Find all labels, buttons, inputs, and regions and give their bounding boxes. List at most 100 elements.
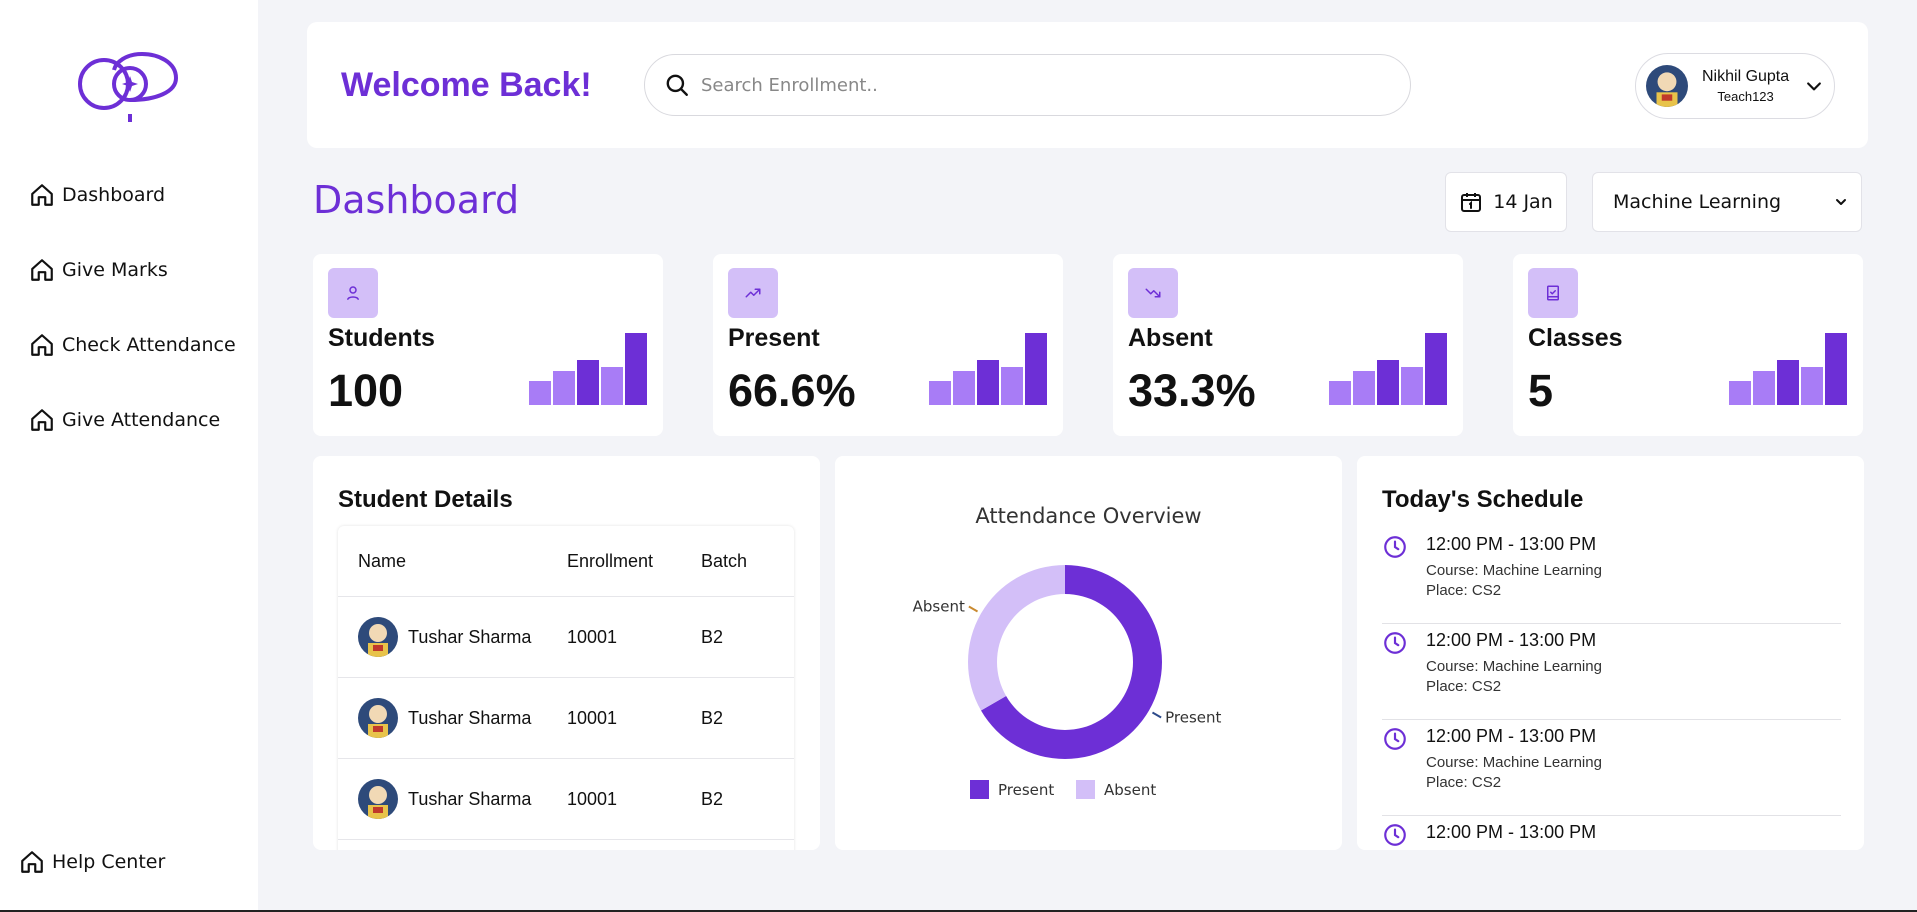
schedule-place: Place: CS2 (1426, 678, 1502, 695)
student-batch: B2 (701, 788, 724, 809)
trending-down-icon (1128, 268, 1178, 318)
table-row[interactable]: Tushar Sharma 10001 B2 (338, 678, 794, 759)
avatar (358, 617, 398, 657)
pie-slice-absent[interactable] (968, 565, 1065, 711)
card-title: Student Details (338, 486, 513, 513)
stat-value: 5 (1528, 365, 1554, 416)
student-name: Tushar Sharma (408, 788, 532, 809)
schedule-item[interactable]: 12:00 PM - 13:00 PM Course: Machine Lear… (1382, 528, 1841, 624)
sidebar: Dashboard Give Marks Check Attendance Gi… (0, 0, 258, 912)
sidebar-item-dashboard[interactable]: Dashboard (28, 181, 165, 209)
student-enrollment: 10001 (567, 626, 618, 647)
stat-value: 66.6% (728, 365, 856, 416)
home-icon (28, 256, 56, 284)
help-center-label: Help Center (52, 851, 166, 873)
pie-label: Absent (913, 598, 965, 616)
course-select[interactable]: Machine Learning (1592, 172, 1862, 232)
mini-bar-chart (529, 333, 647, 405)
student-batch: B2 (701, 707, 724, 728)
schedule-time: 12:00 PM - 13:00 PM (1426, 726, 1597, 746)
stat-value: 33.3% (1128, 365, 1256, 416)
sidebar-item-label: Dashboard (62, 184, 166, 206)
user-profile-menu[interactable]: Nikhil Gupta Teach123 (1635, 53, 1835, 119)
search-icon (663, 71, 691, 99)
attendance-overview-card: Attendance Overview Present Absent Present… (835, 456, 1342, 850)
avatar (358, 698, 398, 738)
student-table: Name Enrollment Batch Tushar Sharma 1000… (338, 526, 794, 850)
mini-bar-chart (1329, 333, 1447, 405)
column-header[interactable]: Name (338, 551, 567, 572)
stat-value: 100 (328, 365, 404, 416)
chevron-down-icon (1831, 192, 1851, 212)
column-header[interactable]: Enrollment (567, 551, 701, 572)
home-icon (18, 848, 46, 876)
sidebar-item-give-marks[interactable]: Give Marks (28, 256, 168, 284)
sidebar-item-check-attendance[interactable]: Check Attendance (28, 331, 236, 359)
stat-label: Students (328, 324, 435, 352)
course-select-value: Machine Learning (1613, 191, 1782, 213)
legend-label[interactable]: Present (998, 781, 1054, 799)
schedule-time: 12:00 PM - 13:00 PM (1426, 630, 1597, 650)
table-row[interactable] (338, 840, 794, 850)
stat-card-students: Students 100 (313, 254, 663, 436)
clock-icon (1384, 632, 1406, 654)
legend-swatch (1076, 780, 1095, 799)
schedule-course: Course: Machine Learning (1426, 658, 1602, 675)
user-id: Teach123 (1717, 89, 1774, 104)
clock-icon (1384, 824, 1406, 846)
mini-bar-chart (1729, 333, 1847, 405)
legend-label[interactable]: Absent (1104, 781, 1156, 799)
student-name: Tushar Sharma (408, 626, 532, 647)
user-name: Nikhil Gupta (1702, 68, 1790, 85)
mini-bar-chart (929, 333, 1047, 405)
chevron-down-icon (1803, 75, 1825, 97)
home-icon (28, 181, 56, 209)
student-batch: B2 (701, 626, 724, 647)
brand-logo-icon[interactable] (76, 48, 180, 122)
clock-icon (1384, 728, 1406, 750)
date-picker-button[interactable]: 14 Jan (1445, 172, 1567, 232)
avatar (358, 779, 398, 819)
date-label: 14 Jan (1493, 191, 1553, 213)
home-icon (28, 331, 56, 359)
table-row[interactable]: Tushar Sharma 10001 B2 (338, 597, 794, 678)
student-enrollment: 10001 (567, 788, 618, 809)
help-center-link[interactable]: Help Center (18, 848, 165, 876)
column-header[interactable]: Batch (701, 551, 791, 572)
sidebar-item-give-attendance[interactable]: Give Attendance (28, 406, 220, 434)
page-title: Dashboard (313, 178, 520, 222)
stat-label: Classes (1528, 324, 1623, 352)
calendar-icon (1459, 190, 1483, 214)
search-input[interactable] (701, 74, 1341, 96)
stat-label: Present (728, 324, 820, 352)
stat-card-classes: Classes 5 (1513, 254, 1863, 436)
schedule-card: Today's Schedule 12:00 PM - 13:00 PM Cou… (1357, 456, 1864, 850)
avatar (1646, 65, 1688, 107)
welcome-title: Welcome Back! (341, 66, 592, 104)
schedule-item[interactable]: 12:00 PM - 13:00 PM (1382, 816, 1841, 850)
schedule-item[interactable]: 12:00 PM - 13:00 PM Course: Machine Lear… (1382, 720, 1841, 816)
pie-leader-line (968, 605, 979, 613)
student-details-card: Student Details Name Enrollment Batch Tu… (313, 456, 820, 850)
student-name: Tushar Sharma (408, 707, 532, 728)
schedule-time: 12:00 PM - 13:00 PM (1426, 534, 1597, 554)
pie-leader-line (1151, 711, 1162, 719)
home-icon (28, 406, 56, 434)
table-header: Name Enrollment Batch (338, 526, 794, 597)
legend-swatch (970, 780, 989, 799)
schedule-place: Place: CS2 (1426, 774, 1502, 791)
schedule-item[interactable]: 12:00 PM - 13:00 PM Course: Machine Lear… (1382, 624, 1841, 720)
schedule-course: Course: Machine Learning (1426, 754, 1602, 771)
sidebar-item-label: Give Marks (62, 259, 168, 281)
stat-label: Absent (1128, 324, 1213, 352)
schedule-course: Course: Machine Learning (1426, 562, 1602, 579)
search-bar[interactable] (644, 54, 1411, 116)
user-icon (328, 268, 378, 318)
trending-up-icon (728, 268, 778, 318)
table-row[interactable]: Tushar Sharma 10001 B2 (338, 759, 794, 840)
sidebar-item-label: Give Attendance (62, 409, 221, 431)
card-title: Today's Schedule (1382, 486, 1584, 513)
book-icon (1528, 268, 1578, 318)
attendance-donut-chart: Present Absent Present Absent (913, 565, 1222, 799)
schedule-time: 12:00 PM - 13:00 PM (1426, 822, 1597, 842)
